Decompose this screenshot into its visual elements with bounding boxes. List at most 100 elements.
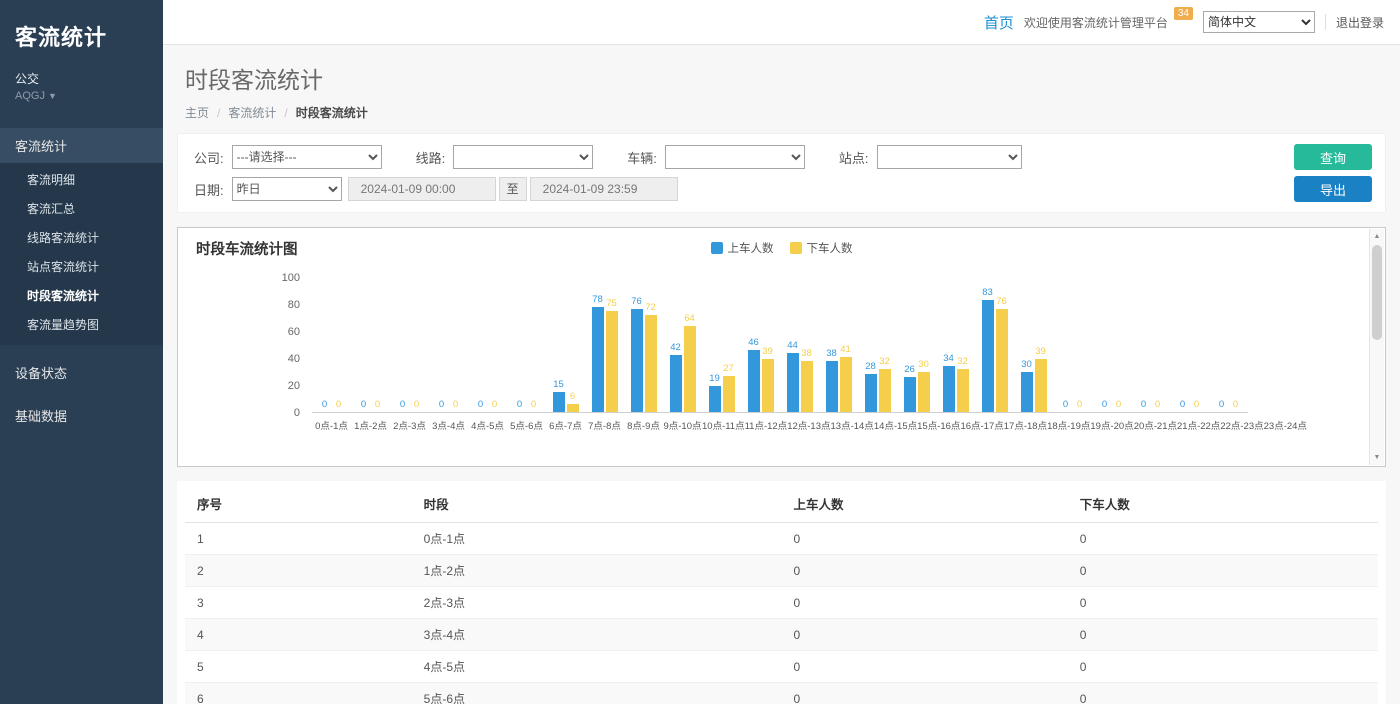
sidebar-item[interactable]: 客流明细 bbox=[0, 165, 163, 194]
bar-group: 00 bbox=[429, 278, 468, 412]
bar-value-label: 0 bbox=[492, 399, 497, 410]
x-axis-label: 22点-23点 bbox=[1220, 418, 1263, 432]
date-preset-select[interactable]: 昨日 bbox=[232, 177, 342, 201]
x-axis-label: 17点-18点 bbox=[1004, 418, 1047, 432]
sidebar-section[interactable]: 基础数据 bbox=[0, 398, 163, 433]
bar-value-label: 0 bbox=[1141, 399, 1146, 410]
bar-alighting: 0 bbox=[1191, 278, 1203, 412]
bar-rect: 28 bbox=[865, 374, 877, 412]
sidebar-item[interactable]: 时段客流统计 bbox=[0, 281, 163, 310]
filter-row-1: 公司: ---请选择--- 线路: 车辆: 站点: 查询 bbox=[194, 144, 1372, 170]
topbar-divider bbox=[1325, 14, 1326, 30]
bar-value-label: 0 bbox=[414, 399, 419, 410]
table-cell: 0 bbox=[781, 555, 1067, 587]
bar-alighting: 0 bbox=[1230, 278, 1242, 412]
bar-value-label: 32 bbox=[957, 356, 968, 367]
start-date-input[interactable] bbox=[348, 177, 496, 201]
end-date-input[interactable] bbox=[530, 177, 678, 201]
bar-group: 00 bbox=[1209, 278, 1248, 412]
table-row: 21点-2点00 bbox=[185, 555, 1378, 587]
table-row: 65点-6点00 bbox=[185, 683, 1378, 704]
bar-group: 4264 bbox=[663, 278, 702, 412]
vehicle-label: 车辆: bbox=[627, 148, 657, 167]
org-selector[interactable]: AQGJ▼ bbox=[0, 88, 163, 114]
bar-boarding: 0 bbox=[1060, 278, 1072, 412]
topbar: 首页 欢迎使用客流统计管理平台 34 简体中文 退出登录 bbox=[163, 0, 1400, 45]
company-select[interactable]: ---请选择--- bbox=[232, 145, 382, 169]
bar-group: 2630 bbox=[897, 278, 936, 412]
bar-alighting: 0 bbox=[1152, 278, 1164, 412]
bar-boarding: 78 bbox=[592, 278, 604, 412]
export-button[interactable]: 导出 bbox=[1294, 176, 1372, 202]
bar-rect: 38 bbox=[826, 361, 838, 412]
bar-group: 00 bbox=[390, 278, 429, 412]
legend-item[interactable]: 上车人数 bbox=[711, 240, 774, 256]
bar-alighting: 0 bbox=[411, 278, 423, 412]
legend-item[interactable]: 下车人数 bbox=[790, 240, 853, 256]
home-link[interactable]: 首页 bbox=[984, 12, 1014, 33]
breadcrumb-link[interactable]: 客流统计 bbox=[228, 104, 276, 121]
bar-value-label: 0 bbox=[517, 399, 522, 410]
bar-rect: 38 bbox=[801, 361, 813, 412]
bar-value-label: 0 bbox=[1155, 399, 1160, 410]
bar-group: 4639 bbox=[741, 278, 780, 412]
table-body: 10点-1点0021点-2点0032点-3点0043点-4点0054点-5点00… bbox=[185, 523, 1378, 704]
bar-boarding: 46 bbox=[748, 278, 760, 412]
bar-rect: 19 bbox=[709, 386, 721, 412]
chart-header: 时段车流统计图 上车人数下车人数 bbox=[196, 238, 1367, 262]
table-cell: 0 bbox=[1068, 555, 1378, 587]
bar-value-label: 0 bbox=[1102, 399, 1107, 410]
bar-rect: 42 bbox=[670, 355, 682, 412]
scroll-thumb[interactable] bbox=[1372, 245, 1382, 340]
line-select[interactable] bbox=[453, 145, 593, 169]
x-axis-label: 8点-9点 bbox=[624, 418, 663, 432]
main-content: 首页 欢迎使用客流统计管理平台 34 简体中文 退出登录 时段客流统计 主页 / 客… bbox=[163, 0, 1400, 704]
bar-value-label: 0 bbox=[322, 399, 327, 410]
bar-value-label: 38 bbox=[826, 348, 837, 359]
chart-plot: 0000000000001567875767242641927463944383… bbox=[312, 278, 1248, 413]
bar-rect: 78 bbox=[592, 307, 604, 412]
column-header: 时段 bbox=[412, 485, 782, 523]
vehicle-select[interactable] bbox=[665, 145, 805, 169]
bar-value-label: 39 bbox=[762, 346, 773, 357]
station-select[interactable] bbox=[877, 145, 1022, 169]
bar-group: 1927 bbox=[702, 278, 741, 412]
scroll-up-icon[interactable]: ▲ bbox=[1370, 233, 1384, 240]
sidebar-item[interactable]: 客流汇总 bbox=[0, 194, 163, 223]
bar-value-label: 0 bbox=[1233, 399, 1238, 410]
table-cell: 5 bbox=[185, 651, 412, 683]
bar-rect: 34 bbox=[943, 366, 955, 412]
x-axis-label: 3点-4点 bbox=[429, 418, 468, 432]
caret-down-icon: ▼ bbox=[48, 91, 57, 101]
chart-panel: 时段车流统计图 上车人数下车人数 020406080100 0000000000… bbox=[177, 227, 1386, 467]
bar-value-label: 0 bbox=[1116, 399, 1121, 410]
bar-value-label: 0 bbox=[1180, 399, 1185, 410]
sidebar-item[interactable]: 客流量趋势图 bbox=[0, 310, 163, 339]
sidebar-section[interactable]: 设备状态 bbox=[0, 355, 163, 390]
breadcrumb-separator: / bbox=[217, 106, 220, 120]
bar-value-label: 38 bbox=[801, 348, 812, 359]
breadcrumb-link[interactable]: 主页 bbox=[185, 104, 209, 121]
sidebar-item[interactable]: 线路客流统计 bbox=[0, 223, 163, 252]
table-cell: 0 bbox=[1068, 523, 1378, 555]
bar-value-label: 0 bbox=[1194, 399, 1199, 410]
y-tick-label: 20 bbox=[288, 380, 300, 392]
x-axis-label: 10点-11点 bbox=[702, 418, 745, 432]
chart-scrollbar[interactable]: ▲ ▼ bbox=[1369, 229, 1384, 465]
table-cell: 2 bbox=[185, 555, 412, 587]
page-header: 时段客流统计 主页/客流统计/时段客流统计 bbox=[163, 45, 1400, 133]
bar-boarding: 44 bbox=[787, 278, 799, 412]
filter-panel: 公司: ---请选择--- 线路: 车辆: 站点: 查询 日期: 昨日 至 导出 bbox=[177, 133, 1386, 213]
language-select[interactable]: 简体中文 bbox=[1203, 11, 1315, 33]
scroll-down-icon[interactable]: ▼ bbox=[1370, 454, 1384, 461]
bar-boarding: 34 bbox=[943, 278, 955, 412]
breadcrumb-current: 时段客流统计 bbox=[296, 104, 368, 121]
query-button[interactable]: 查询 bbox=[1294, 144, 1372, 170]
table-cell: 1点-2点 bbox=[412, 555, 782, 587]
x-axis-label: 21点-22点 bbox=[1177, 418, 1220, 432]
sidebar-section[interactable]: 客流统计 bbox=[0, 128, 163, 163]
logout-link[interactable]: 退出登录 bbox=[1336, 14, 1384, 31]
bar-rect: 44 bbox=[787, 353, 799, 412]
sidebar-item[interactable]: 站点客流统计 bbox=[0, 252, 163, 281]
company-label: 公司: bbox=[194, 148, 224, 167]
